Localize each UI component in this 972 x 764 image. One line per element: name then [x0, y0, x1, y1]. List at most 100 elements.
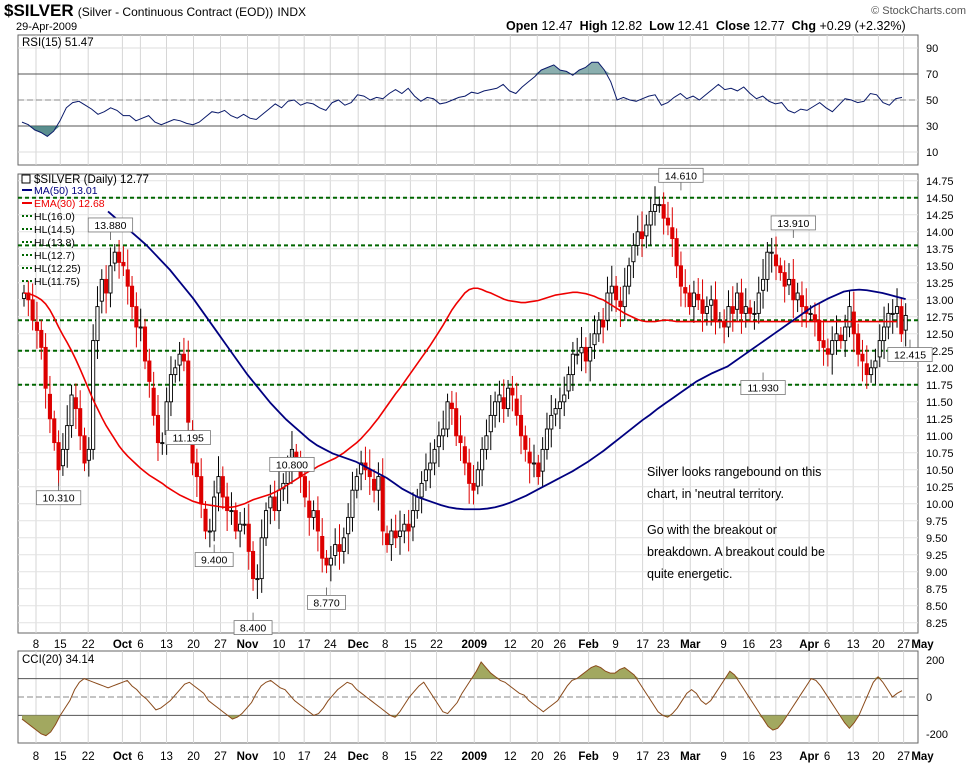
candle-body [108, 265, 113, 294]
candle-body [860, 353, 865, 362]
price-tick-label: 10.00 [926, 499, 954, 511]
x-tick-label-mid: 20 [187, 639, 200, 651]
candle-body [882, 326, 887, 342]
candle-body [791, 278, 796, 301]
candle-body [324, 557, 329, 566]
x-tick-label-bottom: 22 [82, 751, 95, 763]
candle-body [540, 448, 545, 472]
candle-body [406, 523, 411, 532]
x-tick-label-bottom: 23 [769, 751, 782, 763]
price-tick-label: 14.75 [926, 176, 954, 188]
x-tick-label-bottom: 23 [657, 751, 670, 763]
x-tick-label-mid: 22 [82, 639, 95, 651]
candle-body [337, 544, 342, 552]
candle-body [812, 314, 817, 321]
hline-legend: HL(16.0) [34, 211, 75, 223]
candle-body [501, 397, 506, 410]
candle-body [652, 204, 658, 212]
candle-body [843, 326, 848, 342]
candle-body [138, 326, 143, 329]
candle-body [713, 299, 718, 321]
candle-body [177, 353, 182, 366]
price-tick-label: 11.50 [926, 397, 953, 409]
candle-body [78, 408, 83, 437]
candle-body [704, 306, 709, 314]
candle-body [518, 414, 524, 437]
x-tick-label-bottom: 8 [382, 751, 388, 763]
candle-body [821, 340, 826, 348]
x-tick-label-bottom: 6 [824, 751, 830, 763]
candle-body [380, 476, 385, 532]
candle-body [877, 340, 882, 358]
candle-body [488, 414, 493, 433]
x-tick-label-bottom: May [911, 751, 934, 763]
x-tick-label-mid: 16 [742, 639, 755, 651]
candle-body [129, 285, 135, 308]
x-tick-label-bottom: 12 [504, 751, 517, 763]
candle-body [830, 340, 835, 355]
candle-body [259, 537, 264, 580]
candle-body [341, 537, 346, 552]
x-tick-label-mid: Dec [348, 639, 370, 651]
chart-svg: 8 8 15 15 22 22 Oct Oct 6 6 13 13 20 20 27 27 Nov Nov 10 10… [17, 34, 954, 763]
candle-body [769, 251, 774, 254]
x-tick-label-bottom: 17 [298, 751, 311, 763]
candle-body [864, 363, 869, 376]
candle-body [428, 462, 433, 471]
x-tick-label-mid: 13 [847, 639, 860, 651]
hline-legend: HL(14.5) [34, 224, 75, 236]
candle-body [678, 265, 683, 287]
candle-body [315, 510, 320, 532]
candle-body [328, 557, 333, 566]
rsi-legend: RSI(15) 51.47 [22, 37, 94, 49]
candle-body [52, 418, 57, 444]
candle-body [795, 292, 800, 301]
x-tick-label-bottom: 2009 [462, 751, 488, 763]
hline-legend: HL(13.8) [34, 237, 75, 249]
candle-body [691, 292, 696, 308]
candle-body [834, 333, 839, 342]
candle-body [372, 478, 377, 491]
cci-legend: CCI(20) 34.14 [22, 654, 95, 666]
candle-body [709, 299, 714, 306]
candle-body [674, 238, 679, 267]
candle-body [467, 462, 472, 484]
rsi-tick-label: 70 [926, 69, 938, 81]
candle-body [903, 314, 908, 331]
annotation-line-2: chart, in 'neutral territory. [647, 487, 784, 501]
candle-body [631, 244, 636, 263]
annotation-line-1: Silver looks rangebound on this [647, 465, 822, 479]
x-tick-label-bottom: 20 [187, 751, 200, 763]
candle-body [181, 353, 186, 362]
candle-body [627, 265, 632, 287]
candle-body [333, 544, 338, 556]
candle-body [778, 265, 783, 274]
candle-body [773, 254, 779, 267]
candle-body [497, 394, 502, 403]
x-tick-label-bottom: Feb [578, 751, 598, 763]
candle-body [354, 476, 359, 491]
candle-body [384, 533, 390, 546]
candle-body [566, 374, 571, 392]
x-tick-label-bottom: 16 [742, 751, 755, 763]
candle-body [531, 462, 537, 465]
candle-body [246, 523, 251, 552]
candle-body [869, 367, 874, 376]
price-tick-label: 11.75 [926, 380, 953, 392]
x-tick-label-mid: Oct [113, 639, 132, 651]
candle-body [544, 428, 550, 450]
candle-body [173, 367, 178, 376]
candle-body [30, 299, 35, 321]
candle-body [367, 469, 372, 478]
candle-body [186, 360, 191, 423]
x-tick-label-mid: Mar [680, 639, 701, 651]
ma50-legend: MA(50) 13.01 [34, 185, 98, 197]
candle-body [242, 523, 247, 526]
x-tick-label-mid: May [911, 639, 934, 651]
candle-body [263, 510, 269, 539]
candle-body [514, 398, 519, 416]
x-tick-label-mid: 27 [214, 639, 227, 651]
candle-body [60, 448, 65, 467]
candle-body [562, 394, 567, 403]
candle-body [592, 333, 597, 346]
